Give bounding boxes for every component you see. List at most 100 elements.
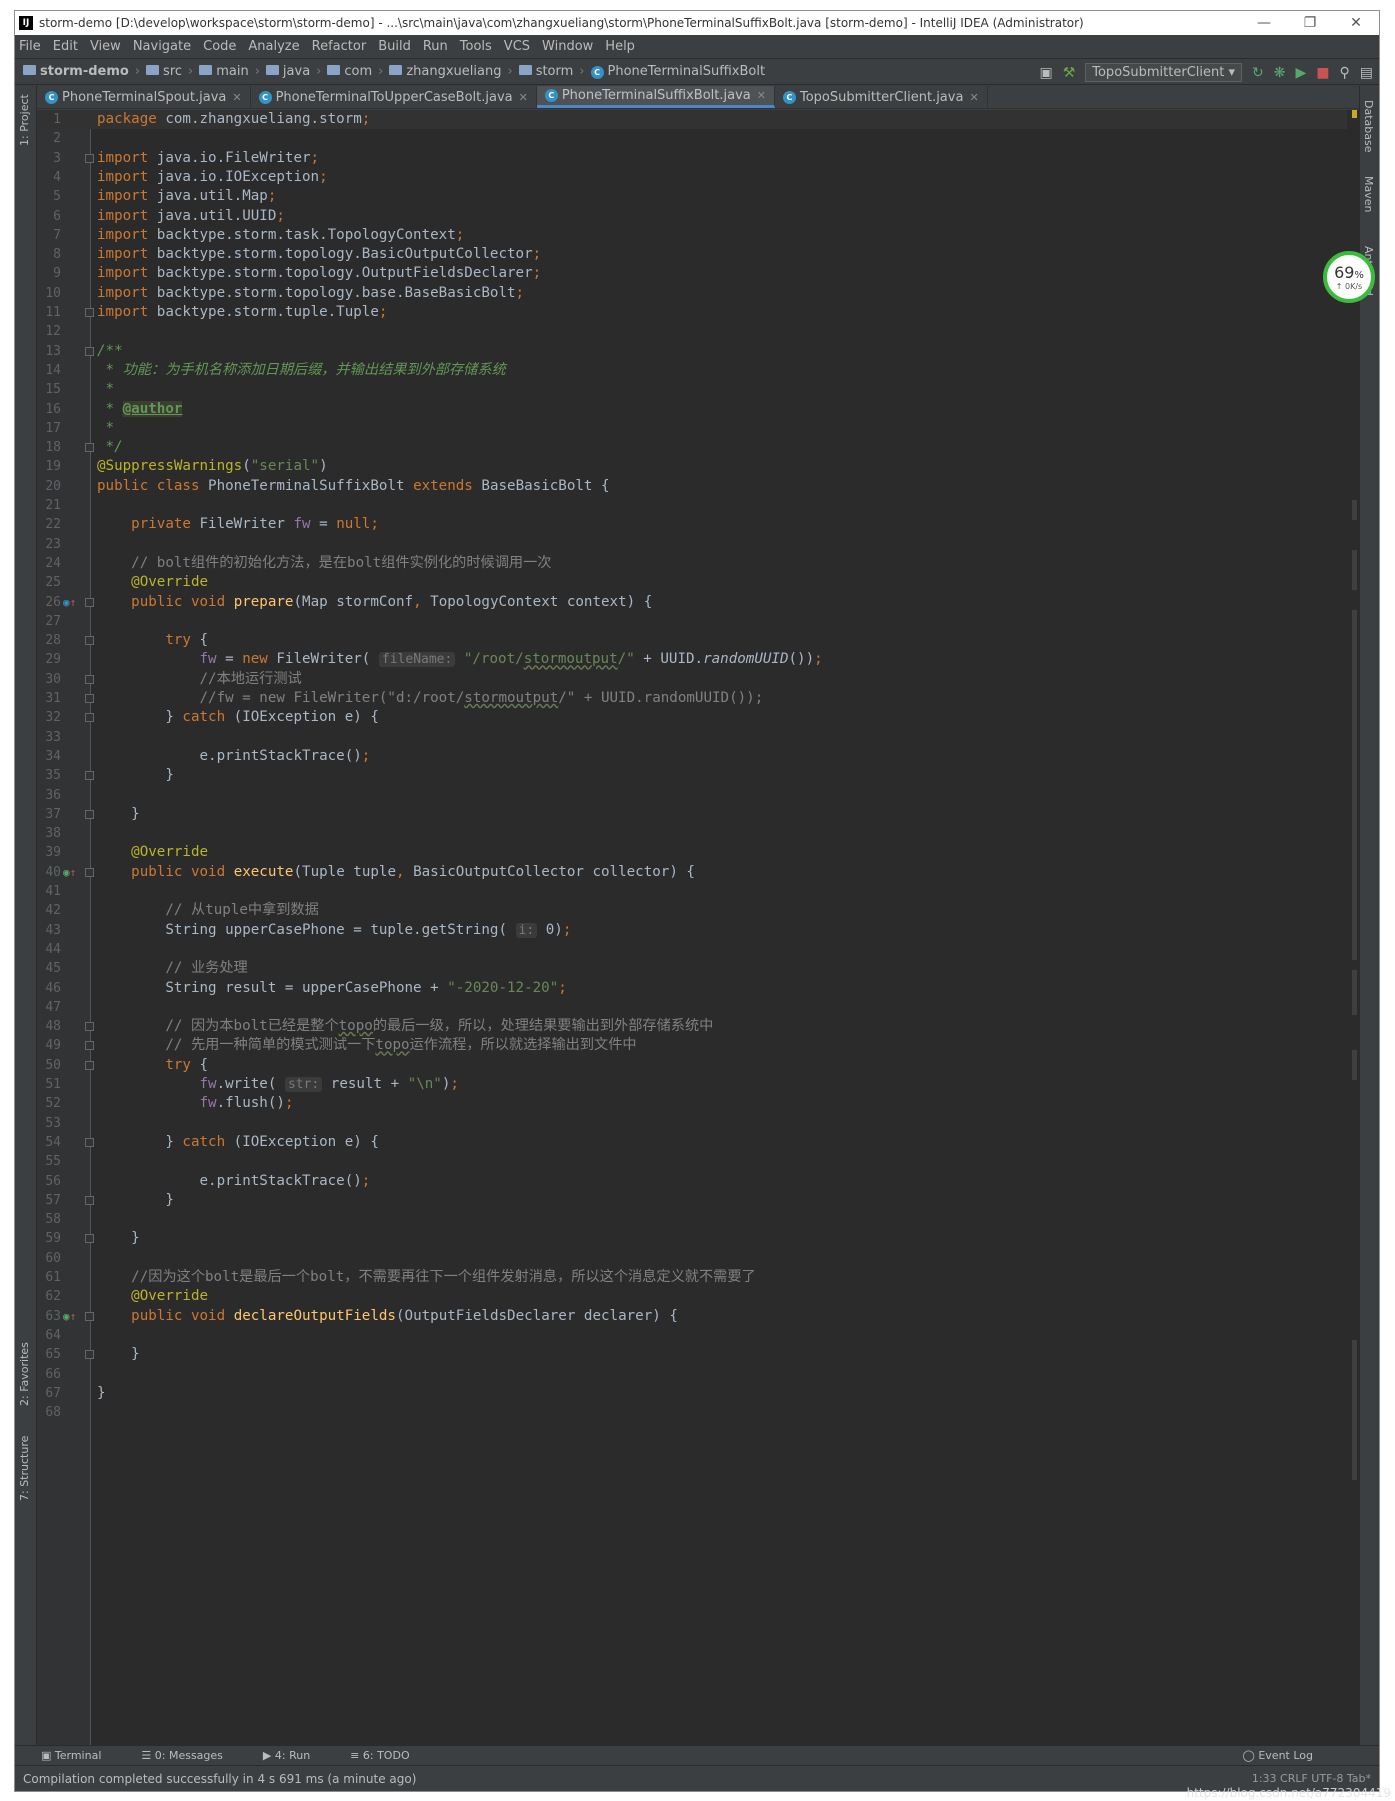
line-number[interactable]: 7 <box>37 226 61 245</box>
code-line[interactable]: 47 <box>37 998 1359 1017</box>
menu-tools[interactable]: Tools <box>460 39 492 54</box>
code-line[interactable]: 4 import java.io.IOException; <box>37 168 1359 187</box>
line-number[interactable]: 15 <box>37 380 61 399</box>
tool-project[interactable]: 1: Project <box>18 94 31 146</box>
line-number[interactable]: 21 <box>37 496 61 515</box>
code-line[interactable]: 8 import backtype.storm.topology.BasicOut… <box>37 245 1359 264</box>
close-tab-icon[interactable]: ✕ <box>757 89 766 102</box>
line-number[interactable]: 26 <box>37 593 61 612</box>
line-number[interactable]: 25 <box>37 573 61 592</box>
code-line[interactable]: 30 //本地运行测试 <box>37 670 1359 689</box>
close-tab-icon[interactable]: ✕ <box>969 91 978 104</box>
code-line[interactable]: 17 * <box>37 419 1359 438</box>
line-number[interactable]: 61 <box>37 1268 61 1287</box>
fold-marker-icon[interactable] <box>85 1041 94 1051</box>
build-hammer-icon[interactable]: ⚒ <box>1063 65 1076 81</box>
tool-structure[interactable]: 7: Structure <box>18 1436 31 1501</box>
code-line[interactable]: 39 @Override <box>37 843 1359 862</box>
code-line[interactable]: 51 fw.write( str: result + "\n"); <box>37 1075 1359 1094</box>
tool-database[interactable]: Database <box>1362 100 1375 153</box>
code-line[interactable]: 46 String result = upperCasePhone + "-20… <box>37 979 1359 998</box>
line-number[interactable]: 60 <box>37 1249 61 1268</box>
code-line[interactable]: 2 <box>37 129 1359 148</box>
breadcrumb-item[interactable]: storm-demo <box>23 64 129 79</box>
fold-marker-icon[interactable] <box>85 1137 94 1147</box>
menu-view[interactable]: View <box>90 39 121 54</box>
line-number[interactable]: 59 <box>37 1229 61 1248</box>
code-line[interactable]: 63 ◉↑ public void declareOutputFields(Out… <box>37 1307 1359 1326</box>
menu-window[interactable]: Window <box>542 39 593 54</box>
fold-marker-icon[interactable] <box>85 346 94 356</box>
code-line[interactable]: 61 //因为这个bolt是最后一个bolt，不需要再往下一个组件发射消息，所以… <box>37 1268 1359 1287</box>
code-line[interactable]: 10 import backtype.storm.topology.base.Ba… <box>37 284 1359 303</box>
code-line[interactable]: 16 * @author <box>37 400 1359 419</box>
line-number[interactable]: 68 <box>37 1403 61 1422</box>
line-number[interactable]: 56 <box>37 1172 61 1191</box>
code-line[interactable]: 7 import backtype.storm.task.TopologyCont… <box>37 226 1359 245</box>
line-number[interactable]: 16 <box>37 400 61 419</box>
run-config-select[interactable]: TopoSubmitterClient ▾ <box>1085 63 1243 82</box>
code-line[interactable]: 56 e.printStackTrace(); <box>37 1172 1359 1191</box>
code-line[interactable]: 13 /** <box>37 342 1359 361</box>
fold-marker-icon[interactable] <box>85 713 94 723</box>
fold-marker-icon[interactable] <box>85 153 94 163</box>
override-marker-icon[interactable]: ◉↑ <box>63 1307 76 1326</box>
menu-analyze[interactable]: Analyze <box>248 39 299 54</box>
breadcrumb-item[interactable]: java <box>265 64 310 79</box>
code-line[interactable]: 23 <box>37 535 1359 554</box>
line-number[interactable]: 6 <box>37 207 61 226</box>
line-number[interactable]: 32 <box>37 708 61 727</box>
code-line[interactable]: 14 * 功能：为手机名称添加日期后缀，并输出结果到外部存储系统 <box>37 361 1359 380</box>
line-number[interactable]: 36 <box>37 786 61 805</box>
fold-marker-icon[interactable] <box>85 636 94 646</box>
line-number[interactable]: 18 <box>37 438 61 457</box>
code-line[interactable]: 24 // bolt组件的初始化方法，是在bolt组件实例化的时候调用一次 <box>37 554 1359 573</box>
menu-vcs[interactable]: VCS <box>504 39 530 54</box>
code-line[interactable]: 6 import java.util.UUID; <box>37 207 1359 226</box>
line-number[interactable]: 46 <box>37 979 61 998</box>
line-number[interactable]: 9 <box>37 264 61 283</box>
breadcrumb-item[interactable]: main <box>199 64 249 79</box>
code-line[interactable]: 33 <box>37 728 1359 747</box>
line-number[interactable]: 48 <box>37 1017 61 1036</box>
line-number[interactable]: 8 <box>37 245 61 264</box>
line-number[interactable]: 30 <box>37 670 61 689</box>
line-number[interactable]: 31 <box>37 689 61 708</box>
menu-file[interactable]: File <box>19 39 41 54</box>
code-line[interactable]: 1 package com.zhangxueliang.storm; <box>37 110 1359 129</box>
code-line[interactable]: 9 import backtype.storm.topology.OutputFi… <box>37 264 1359 283</box>
code-line[interactable]: 32 } catch (IOException e) { <box>37 708 1359 727</box>
line-number[interactable]: 39 <box>37 843 61 862</box>
code-line[interactable]: 44 <box>37 940 1359 959</box>
tab-toposubmitterclient[interactable]: C TopoSubmitterClient.java ✕ <box>775 86 988 108</box>
code-line[interactable]: 54 } catch (IOException e) { <box>37 1133 1359 1152</box>
code-line[interactable]: 55 <box>37 1152 1359 1171</box>
fold-marker-icon[interactable] <box>85 1195 94 1205</box>
code-line[interactable]: 43 String upperCasePhone = tuple.getStri… <box>37 921 1359 940</box>
line-number[interactable]: 24 <box>37 554 61 573</box>
tool-run[interactable]: ▶ 4: Run <box>263 1749 330 1762</box>
project-structure-icon[interactable]: ▤ <box>1360 65 1373 81</box>
line-number[interactable]: 43 <box>37 921 61 940</box>
editor-scrollbar[interactable] <box>1347 110 1359 1745</box>
code-line[interactable]: 22 private FileWriter fw = null; <box>37 515 1359 534</box>
code-line[interactable]: 40 ◉↑ public void execute(Tuple tuple, Ba… <box>37 863 1359 882</box>
menu-help[interactable]: Help <box>605 39 635 54</box>
fold-marker-icon[interactable] <box>85 1060 94 1070</box>
breadcrumb-item[interactable]: storm <box>518 64 573 79</box>
fold-marker-icon[interactable] <box>85 1311 94 1321</box>
code-line[interactable]: 29 fw = new FileWriter( fileName: "/root… <box>37 650 1359 669</box>
code-line[interactable]: 27 <box>37 612 1359 631</box>
breadcrumb-item[interactable]: src <box>146 64 182 79</box>
line-number[interactable]: 52 <box>37 1094 61 1113</box>
menu-navigate[interactable]: Navigate <box>133 39 191 54</box>
line-number[interactable]: 41 <box>37 882 61 901</box>
menu-edit[interactable]: Edit <box>53 39 78 54</box>
fold-marker-icon[interactable] <box>85 694 94 703</box>
code-line[interactable]: 42 // 从tuple中拿到数据 <box>37 901 1359 920</box>
line-number[interactable]: 2 <box>37 129 61 148</box>
code-line[interactable]: 57 } <box>37 1191 1359 1210</box>
code-line[interactable]: 60 <box>37 1249 1359 1268</box>
close-tab-icon[interactable]: ✕ <box>519 91 528 104</box>
code-line[interactable]: 25 @Override <box>37 573 1359 592</box>
